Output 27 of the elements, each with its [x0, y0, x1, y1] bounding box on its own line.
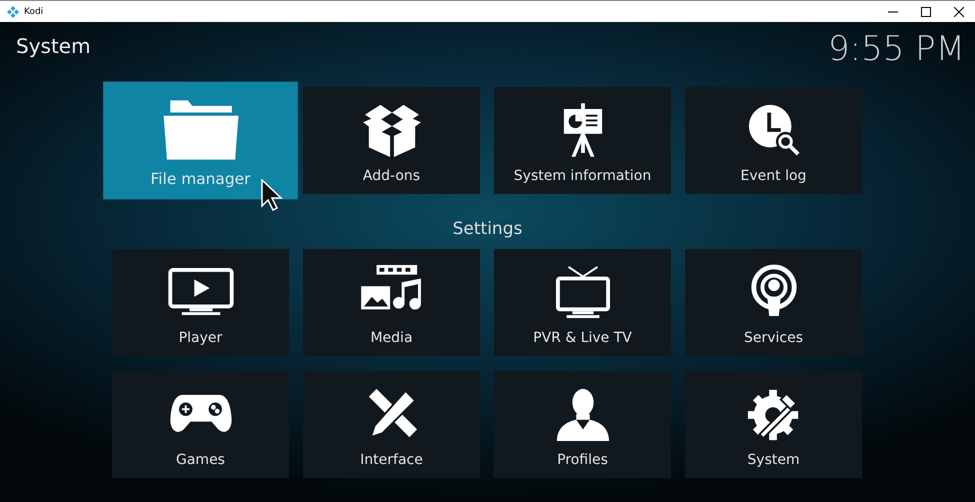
- menu-tile[interactable]: Media: [303, 249, 480, 356]
- box-icon: [360, 103, 422, 157]
- gamepad-icon: [168, 393, 232, 435]
- menu-tile[interactable]: Add-ons: [303, 87, 480, 194]
- menu-tile[interactable]: Services: [685, 249, 862, 356]
- monitor-play-icon: [168, 268, 234, 316]
- window-title: Kodi: [24, 6, 44, 16]
- menu-tile[interactable]: Profiles: [494, 371, 671, 478]
- close-icon: [954, 6, 964, 16]
- menu-tile[interactable]: Interface: [303, 371, 480, 478]
- menu-tile[interactable]: Event log: [685, 87, 862, 194]
- tv-icon: [554, 265, 610, 319]
- person-icon: [554, 387, 610, 441]
- menu-tile[interactable]: System information: [494, 87, 671, 194]
- folder-icon: [160, 98, 240, 160]
- maximize-icon: [920, 6, 930, 16]
- menu-tile[interactable]: System: [685, 371, 862, 478]
- clock: 9:55 PM: [828, 32, 965, 66]
- menu-tile[interactable]: PVR & Live TV: [494, 249, 671, 356]
- page-title: System: [16, 34, 91, 58]
- mouse-cursor-icon: [261, 179, 283, 211]
- menu-tile[interactable]: Player: [112, 249, 289, 356]
- easel-icon: [562, 103, 604, 157]
- section-heading: Settings: [452, 219, 524, 239]
- menu-tile[interactable]: Games: [112, 371, 289, 478]
- app-logo-icon: [7, 6, 19, 18]
- clock-search-icon: [746, 103, 800, 157]
